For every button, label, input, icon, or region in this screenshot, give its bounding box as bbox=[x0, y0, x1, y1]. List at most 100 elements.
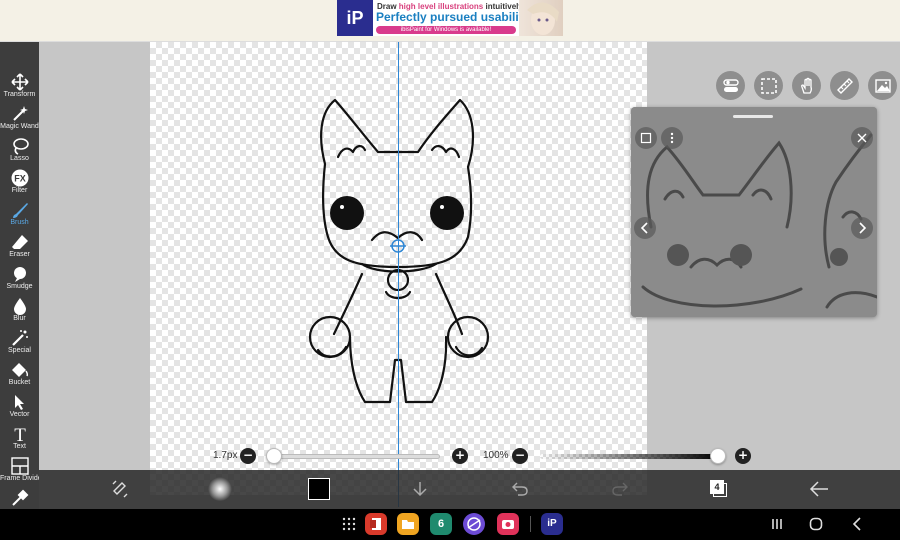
tool-lasso[interactable]: Lasso bbox=[0, 134, 39, 166]
tool-eraser[interactable]: Eraser bbox=[0, 230, 39, 262]
smudge-icon bbox=[13, 267, 26, 282]
tool-eyedropper[interactable] bbox=[0, 486, 39, 509]
tool-label: Frame Divider bbox=[0, 475, 39, 482]
brush-opacity-slider[interactable] bbox=[540, 454, 720, 459]
brush-size-plus-button[interactable]: + bbox=[452, 448, 468, 464]
close-icon bbox=[857, 133, 867, 143]
transform-icon bbox=[10, 73, 29, 91]
tool-label: Bucket bbox=[8, 379, 31, 386]
redo-icon bbox=[612, 482, 628, 496]
quick-hand-button[interactable] bbox=[792, 71, 821, 100]
office-app-icon[interactable] bbox=[365, 513, 387, 535]
tool-filter[interactable]: FX Filter bbox=[0, 166, 39, 198]
recents-button[interactable] bbox=[770, 517, 784, 536]
tool-label: Special bbox=[8, 347, 31, 354]
quick-selection-button[interactable] bbox=[754, 71, 783, 100]
selection-icon bbox=[760, 77, 777, 94]
system-back-button[interactable] bbox=[850, 517, 864, 536]
tool-label: Vector bbox=[9, 411, 30, 418]
brush-size-minus-button[interactable]: − bbox=[240, 448, 256, 464]
blur-icon bbox=[13, 298, 26, 315]
brush-size-slider[interactable] bbox=[268, 454, 440, 459]
frame-divider-icon bbox=[10, 457, 29, 475]
text-glyph: T bbox=[14, 425, 26, 443]
tool-bucket[interactable]: Bucket bbox=[0, 358, 39, 390]
bottom-toolbar bbox=[39, 470, 900, 509]
brush-opacity-slider-thumb[interactable] bbox=[710, 448, 726, 464]
tool-text[interactable]: T Text bbox=[0, 422, 39, 454]
reference-drag-handle[interactable] bbox=[733, 115, 773, 118]
text-icon: T bbox=[14, 425, 26, 443]
dock-divider bbox=[530, 516, 531, 532]
brush-preview-button[interactable] bbox=[206, 476, 234, 502]
brush-size-slider-thumb[interactable] bbox=[266, 448, 282, 464]
reference-close-button[interactable] bbox=[851, 127, 873, 149]
fx-icon: FX bbox=[11, 169, 28, 187]
camera-app-icon[interactable] bbox=[497, 513, 519, 535]
tool-label: Magic Wand bbox=[0, 123, 39, 130]
tool-label: Text bbox=[13, 443, 26, 450]
quick-toggle-button[interactable] bbox=[716, 71, 745, 100]
app-drawer-button[interactable] bbox=[342, 517, 356, 536]
ruler-icon bbox=[836, 77, 853, 94]
left-toolbar: Transform Magic Wand Lasso FX Filter Bru… bbox=[0, 42, 39, 509]
calendar-app-icon[interactable]: 6 bbox=[430, 513, 452, 535]
lasso-icon bbox=[12, 138, 29, 155]
brush-opacity-value: 100% bbox=[483, 450, 509, 461]
reference-menu-button[interactable] bbox=[661, 127, 683, 149]
back-chevron-icon bbox=[852, 517, 861, 531]
tool-label: Filter bbox=[11, 187, 28, 194]
tool-label: Smudge bbox=[6, 283, 33, 290]
eyedropper-icon bbox=[11, 489, 28, 506]
quick-ruler-button[interactable] bbox=[830, 71, 859, 100]
redo-button[interactable] bbox=[608, 476, 632, 502]
brush-tip-icon bbox=[208, 477, 232, 501]
ad-banner[interactable]: iP Draw high level illustrations intuiti… bbox=[337, 0, 563, 36]
reference-next-button[interactable] bbox=[851, 217, 873, 239]
magic-wand-icon bbox=[12, 106, 28, 121]
special-icon bbox=[11, 330, 28, 346]
undo-button[interactable] bbox=[508, 476, 532, 502]
color-swatch-button[interactable] bbox=[307, 476, 331, 502]
brush-size-value: 1.7px bbox=[213, 450, 238, 461]
reference-window[interactable] bbox=[631, 107, 877, 317]
ibispaint-app-icon[interactable]: iP bbox=[541, 513, 563, 535]
back-button[interactable] bbox=[807, 476, 831, 502]
ad-illustration bbox=[519, 0, 563, 36]
tool-label: Blur bbox=[13, 315, 26, 322]
quick-adjust-button[interactable] bbox=[108, 476, 132, 502]
more-vert-icon bbox=[670, 132, 674, 144]
tool-transform[interactable]: Transform bbox=[0, 70, 39, 102]
home-button[interactable] bbox=[809, 517, 823, 536]
brush-opacity-plus-button[interactable]: + bbox=[735, 448, 751, 464]
undo-icon bbox=[512, 482, 528, 496]
image-icon bbox=[874, 78, 891, 93]
internet-app-icon[interactable] bbox=[463, 513, 485, 535]
tool-magic-wand[interactable]: Magic Wand bbox=[0, 102, 39, 134]
tool-smudge[interactable]: Smudge bbox=[0, 262, 39, 294]
tool-special[interactable]: Special bbox=[0, 326, 39, 358]
move-down-button[interactable] bbox=[408, 476, 432, 502]
tool-vector[interactable]: Vector bbox=[0, 390, 39, 422]
layers-button[interactable]: 4 bbox=[707, 476, 731, 502]
reference-prev-button[interactable] bbox=[634, 217, 656, 239]
bucket-icon bbox=[11, 363, 28, 377]
eraser-icon bbox=[11, 235, 28, 249]
hand-icon bbox=[800, 77, 812, 94]
files-app-icon[interactable] bbox=[397, 513, 419, 535]
reference-layout-button[interactable] bbox=[635, 127, 657, 149]
vector-icon bbox=[14, 395, 24, 410]
tool-label: Transform bbox=[3, 91, 36, 98]
layers-count: 4 bbox=[710, 480, 724, 494]
symmetry-ruler-line[interactable] bbox=[398, 42, 399, 507]
ad-pill: ibisPaint for Windows is available! bbox=[376, 26, 516, 34]
brush-opacity-minus-button[interactable]: − bbox=[512, 448, 528, 464]
tool-blur[interactable]: Blur bbox=[0, 294, 39, 326]
brush-icon bbox=[12, 203, 28, 218]
tool-frame-divider[interactable]: Frame Divider bbox=[0, 454, 39, 486]
swap-tool-icon bbox=[112, 480, 128, 498]
quick-image-button[interactable] bbox=[868, 71, 897, 100]
tool-brush[interactable]: Brush bbox=[0, 198, 39, 230]
frame-icon bbox=[640, 132, 652, 144]
arrow-left-icon bbox=[809, 481, 828, 497]
